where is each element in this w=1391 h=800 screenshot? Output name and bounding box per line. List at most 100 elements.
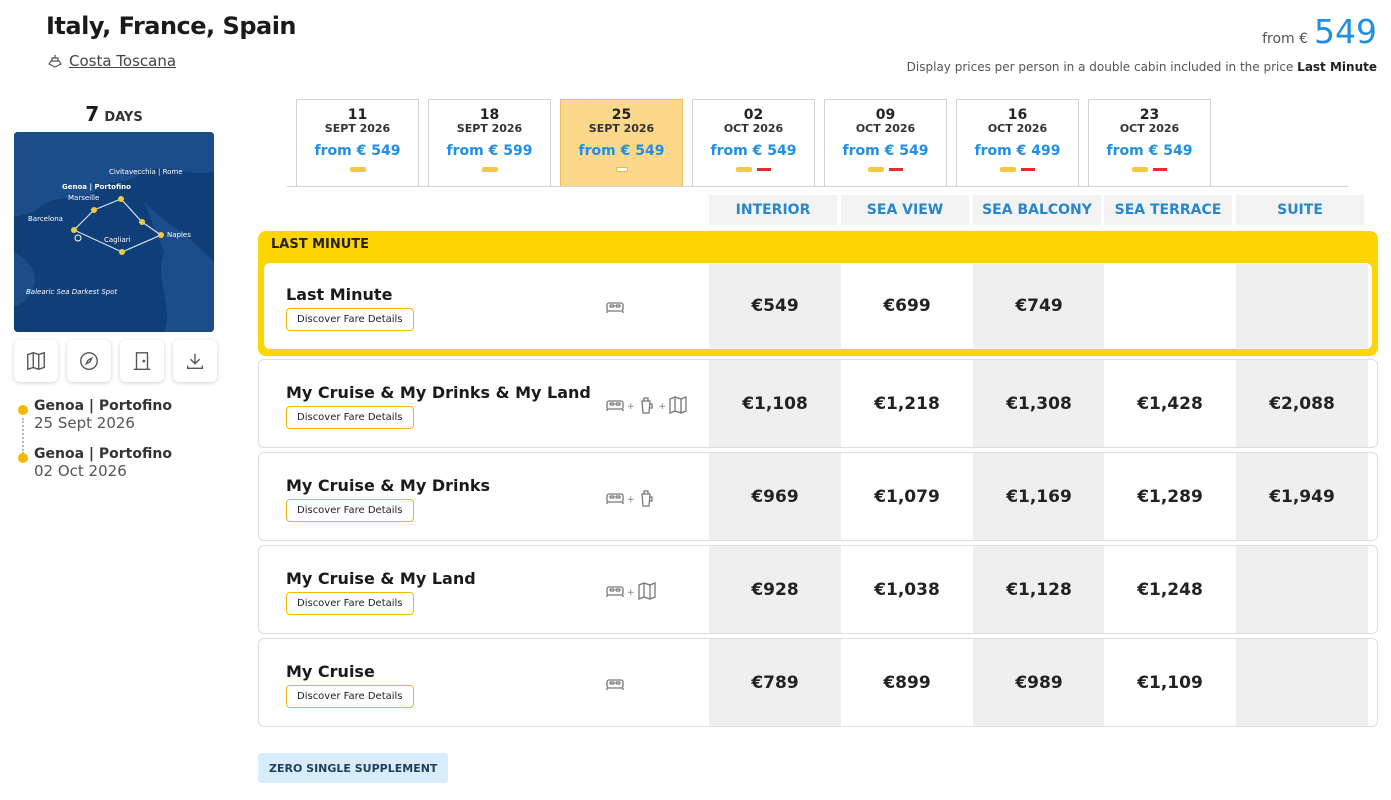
price-note-text: Display prices per person in a double ca… xyxy=(906,60,1294,74)
price-cell[interactable]: €1,038 xyxy=(841,546,973,633)
land-map-icon xyxy=(637,581,657,604)
fare-name: My Cruise & My Drinks xyxy=(286,476,491,495)
compass-button[interactable] xyxy=(67,340,111,382)
discover-fare-details-button[interactable]: Discover Fare Details xyxy=(286,499,414,522)
fare-row: My Cruise & My Drinks & My Land Discover … xyxy=(258,359,1378,448)
from-price-label: from € xyxy=(1262,31,1308,47)
date-tab[interactable]: 11 SEPT 2026 from € 549 xyxy=(296,99,419,186)
zero-single-supplement-badge: ZERO SINGLE SUPPLEMENT xyxy=(258,753,449,783)
fare-name: Last Minute xyxy=(286,285,393,304)
date-tab[interactable]: 09 OCT 2026 from € 549 xyxy=(824,99,947,186)
map-label-civitavecchia: Civitavecchia | Rome xyxy=(109,168,183,176)
discover-fare-details-button[interactable]: Discover Fare Details xyxy=(286,406,414,429)
price-note: Display prices per person in a double ca… xyxy=(907,60,1377,74)
price-cell[interactable]: €1,128 xyxy=(973,546,1105,633)
price-cell[interactable]: €989 xyxy=(973,639,1105,726)
promo-mark-icon xyxy=(1021,167,1035,171)
bed-icon xyxy=(605,581,625,604)
date-day: 25 xyxy=(611,107,632,123)
price-cell[interactable]: €928 xyxy=(709,546,841,633)
map-tools xyxy=(14,340,217,382)
from-price-value: 549 xyxy=(1314,12,1377,51)
discover-fare-details-button[interactable]: Discover Fare Details xyxy=(286,308,414,331)
plus-icon: + xyxy=(658,401,667,412)
date-day: 23 xyxy=(1139,107,1160,123)
date-price: from € 549 xyxy=(1106,143,1193,159)
price-cell[interactable]: €1,428 xyxy=(1104,360,1236,447)
stop-dot-icon xyxy=(18,453,28,463)
from-price: from € 549 xyxy=(1262,12,1377,51)
price-cell[interactable]: €899 xyxy=(841,639,973,726)
map-icon xyxy=(27,351,45,371)
date-month: SEPT 2026 xyxy=(324,122,391,135)
price-cell[interactable]: €789 xyxy=(709,639,841,726)
ship-link[interactable]: Costa Toscana xyxy=(47,52,176,70)
fare-name: My Cruise & My Land xyxy=(286,569,476,588)
itinerary-map[interactable]: Civitavecchia | Rome Genoa | Portofino M… xyxy=(14,132,214,332)
date-tab[interactable]: 25 SEPT 2026 from € 549 xyxy=(560,99,683,186)
bed-icon xyxy=(605,488,625,511)
date-tab[interactable]: 18 SEPT 2026 from € 599 xyxy=(428,99,551,186)
days-label: DAYS xyxy=(104,110,143,125)
page-title: Italy, France, Spain xyxy=(46,12,297,40)
price-cell[interactable]: €1,079 xyxy=(841,453,973,540)
price-cell[interactable]: €1,108 xyxy=(709,360,841,447)
price-cell[interactable]: €749 xyxy=(973,264,1105,348)
stop-port: Genoa | Portofino xyxy=(34,446,172,462)
date-price: from € 549 xyxy=(842,143,929,159)
date-marks xyxy=(561,165,682,173)
stop-port: Genoa | Portofino xyxy=(34,398,172,414)
door-button[interactable] xyxy=(120,340,164,382)
land-map-icon xyxy=(668,395,688,418)
discover-fare-details-button[interactable]: Discover Fare Details xyxy=(286,592,414,615)
price-cell xyxy=(1104,264,1236,348)
fare-row: Last Minute Discover Fare Details €549 €699… xyxy=(264,263,1372,349)
map-label-balearic: Balearic Sea Darkest Spot xyxy=(26,288,117,296)
date-tab[interactable]: 23 OCT 2026 from € 549 xyxy=(1088,99,1211,186)
fare-inclusions: + xyxy=(605,581,657,604)
availability-mark-icon xyxy=(349,166,366,172)
departure-date-tabs: 11 SEPT 2026 from € 549 18 SEPT 2026 from € 5… xyxy=(296,99,1211,186)
price-cell[interactable]: €1,308 xyxy=(973,360,1105,447)
fare-name: My Cruise xyxy=(286,662,375,681)
map-view-button[interactable] xyxy=(14,340,58,382)
price-note-bold: Last Minute xyxy=(1297,60,1377,74)
date-price: from € 549 xyxy=(578,143,665,159)
price-cell[interactable]: €969 xyxy=(709,453,841,540)
ship-name[interactable]: Costa Toscana xyxy=(69,52,176,70)
download-button[interactable] xyxy=(173,340,217,382)
discover-fare-details-button[interactable]: Discover Fare Details xyxy=(286,685,414,708)
stop-item: Genoa | Portofino 25 Sept 2026 xyxy=(18,398,172,454)
column-header: SEA TERRACE xyxy=(1104,195,1232,225)
price-cell[interactable]: €2,088 xyxy=(1236,360,1368,447)
fare-inclusions xyxy=(605,297,625,320)
stop-date: 25 Sept 2026 xyxy=(34,414,135,432)
plus-icon: + xyxy=(627,587,635,598)
itinerary-stops: Genoa | Portofino 25 Sept 2026 Genoa | P… xyxy=(18,398,172,494)
price-cell[interactable]: €1,169 xyxy=(973,453,1105,540)
door-icon xyxy=(133,352,151,370)
fare-row: My Cruise Discover Fare Details €789 €899 €9… xyxy=(258,638,1378,727)
map-label-barcelona: Barcelona xyxy=(28,215,63,223)
date-tab[interactable]: 02 OCT 2026 from € 549 xyxy=(692,99,815,186)
price-cell[interactable]: €1,949 xyxy=(1236,453,1368,540)
date-tab[interactable]: 16 OCT 2026 from € 499 xyxy=(956,99,1079,186)
price-cell[interactable]: €1,248 xyxy=(1104,546,1236,633)
availability-mark-icon xyxy=(1132,166,1148,172)
date-marks xyxy=(429,165,550,173)
map-image: Civitavecchia | Rome Genoa | Portofino M… xyxy=(14,132,214,332)
date-month: OCT 2026 xyxy=(723,122,784,135)
price-cell xyxy=(1236,264,1368,348)
bed-icon xyxy=(605,395,625,418)
price-cell[interactable]: €549 xyxy=(709,264,841,348)
price-cell[interactable]: €1,289 xyxy=(1104,453,1236,540)
date-day: 16 xyxy=(1007,107,1028,123)
availability-mark-icon xyxy=(1000,166,1016,172)
map-label-naples: Naples xyxy=(167,231,191,239)
price-cell[interactable]: €699 xyxy=(841,264,973,348)
stop-dot-icon xyxy=(18,405,28,415)
price-cell[interactable]: €1,218 xyxy=(841,360,973,447)
column-header: INTERIOR xyxy=(709,195,837,225)
price-cell[interactable]: €1,109 xyxy=(1104,639,1236,726)
date-price: from € 549 xyxy=(710,143,797,159)
